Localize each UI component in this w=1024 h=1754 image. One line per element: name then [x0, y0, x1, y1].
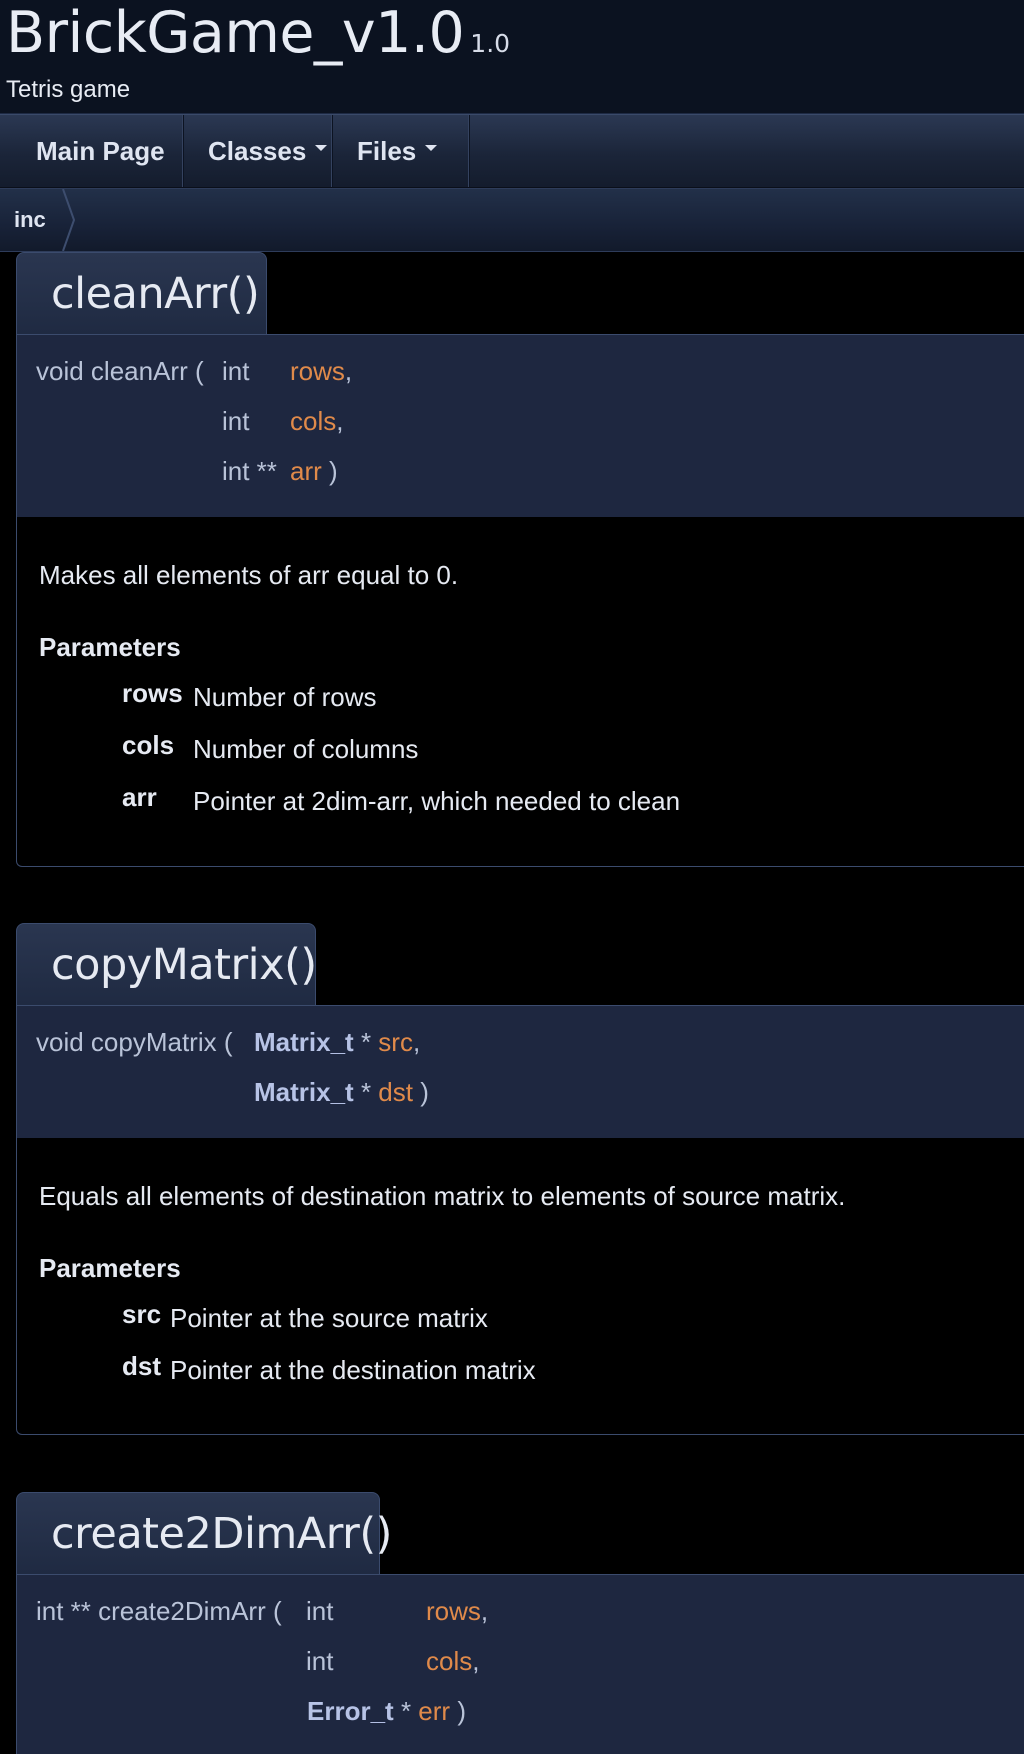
proto-sep: , — [344, 356, 353, 386]
chevron-down-icon — [315, 145, 328, 151]
params-title: Parameters — [39, 632, 181, 662]
params-title: Parameters — [39, 1253, 181, 1283]
param-name: err — [418, 1696, 451, 1726]
proto-sep: , — [412, 1027, 421, 1057]
proto-prefix: void cleanArr ( — [36, 356, 204, 386]
breadcrumb-item-inc[interactable]: inc — [14, 207, 46, 233]
proto-type: Error_t * err ) — [307, 1691, 466, 1731]
proto-param: rows, — [426, 1591, 488, 1631]
member-prototype: void copyMatrix ( Matrix_t * src, Matrix… — [16, 1005, 1024, 1138]
proto-type: int ** — [222, 456, 277, 486]
member-prototype: void cleanArr ( int rows, int cols, int … — [16, 334, 1024, 517]
proto-type: int — [222, 356, 250, 386]
proto-type: Matrix_t * src, — [254, 1022, 420, 1062]
param-desc: Pointer at 2dim-arr, which needed to cle… — [193, 786, 681, 816]
main-nav: Main Page Classes Files — [0, 114, 1024, 188]
member-title-text: copyMatrix() — [51, 939, 317, 990]
member-description: Makes all elements of arr equal to 0. — [39, 560, 459, 590]
project-name-text: BrickGame_v1.0 — [6, 0, 465, 66]
breadcrumb: inc — [0, 188, 1024, 252]
member-doc: Makes all elements of arr equal to 0. Pa… — [16, 517, 1024, 867]
param-desc: Number of rows — [193, 682, 377, 712]
proto-sep: ) — [457, 1696, 466, 1726]
param-name: arr — [290, 456, 322, 486]
type-link[interactable]: Matrix_t — [254, 1027, 354, 1057]
proto-ptr: * — [360, 1027, 372, 1057]
nav-classes-label: Classes — [208, 135, 307, 166]
type-link[interactable]: Matrix_t — [254, 1077, 354, 1107]
proto-param: cols, — [426, 1641, 479, 1681]
param-name: cols — [426, 1646, 473, 1676]
proto-prefix: void copyMatrix ( — [36, 1027, 233, 1057]
type-link[interactable]: Error_t — [307, 1696, 394, 1726]
chevron-down-icon — [425, 145, 438, 151]
member-prototype: int ** create2DimArr ( int rows, int col… — [16, 1574, 1024, 1754]
proto-type: int — [222, 406, 250, 436]
proto-sep: ) — [329, 456, 338, 486]
proto-type: Matrix_t * dst ) — [254, 1072, 429, 1112]
proto-param: rows, — [290, 351, 352, 391]
param-name: src — [122, 1299, 162, 1329]
proto-param: arr ) — [290, 451, 338, 491]
member-doc: Equals all elements of destination matri… — [16, 1138, 1024, 1435]
nav-files[interactable]: Files — [333, 115, 470, 187]
member-description: Equals all elements of destination matri… — [39, 1181, 846, 1211]
param-name: dst — [378, 1077, 413, 1107]
param-desc: Number of columns — [193, 734, 419, 764]
proto-ptr: * — [360, 1077, 372, 1107]
param-name: src — [378, 1027, 413, 1057]
nav-classes[interactable]: Classes — [184, 115, 333, 187]
param-name: dst — [122, 1351, 161, 1381]
diamond-icon[interactable] — [33, 290, 41, 297]
param-name: rows — [122, 678, 183, 708]
project-brief: Tetris game — [6, 76, 131, 103]
param-name: cols — [122, 730, 175, 760]
project-number: 1.0 — [470, 29, 511, 58]
param-name: cols — [290, 406, 337, 436]
member-title: create2DimArr() — [16, 1492, 392, 1574]
proto-sep: ) — [420, 1077, 429, 1107]
nav-main-page[interactable]: Main Page — [0, 115, 184, 187]
nav-main-page-label: Main Page — [36, 135, 165, 166]
title-area: BrickGame_v1.0 1.0 Tetris game — [0, 0, 1024, 114]
proto-sep: , — [336, 406, 344, 436]
proto-sep: , — [472, 1646, 480, 1676]
proto-param: cols, — [290, 401, 343, 441]
diamond-icon[interactable] — [33, 1530, 41, 1537]
param-name: rows — [426, 1596, 481, 1626]
param-name: rows — [290, 356, 345, 386]
project-name: BrickGame_v1.0 1.0 — [6, 0, 510, 66]
param-desc: Pointer at the source matrix — [170, 1303, 488, 1333]
breadcrumb-separator-icon — [62, 189, 76, 251]
proto-ptr: * — [400, 1696, 412, 1726]
param-name: arr — [122, 782, 157, 812]
member-title-text: create2DimArr() — [51, 1508, 392, 1559]
nav-files-label: Files — [357, 135, 417, 166]
proto-sep: , — [480, 1596, 489, 1626]
member-title-text: cleanArr() — [51, 268, 260, 319]
proto-type: int — [306, 1646, 334, 1676]
proto-type: int — [306, 1596, 334, 1626]
diamond-icon[interactable] — [33, 961, 41, 968]
member-title: copyMatrix() — [16, 923, 317, 1005]
member-title: cleanArr() — [16, 252, 267, 334]
proto-prefix: int ** create2DimArr ( — [36, 1596, 282, 1626]
param-desc: Pointer at the destination matrix — [170, 1355, 536, 1385]
